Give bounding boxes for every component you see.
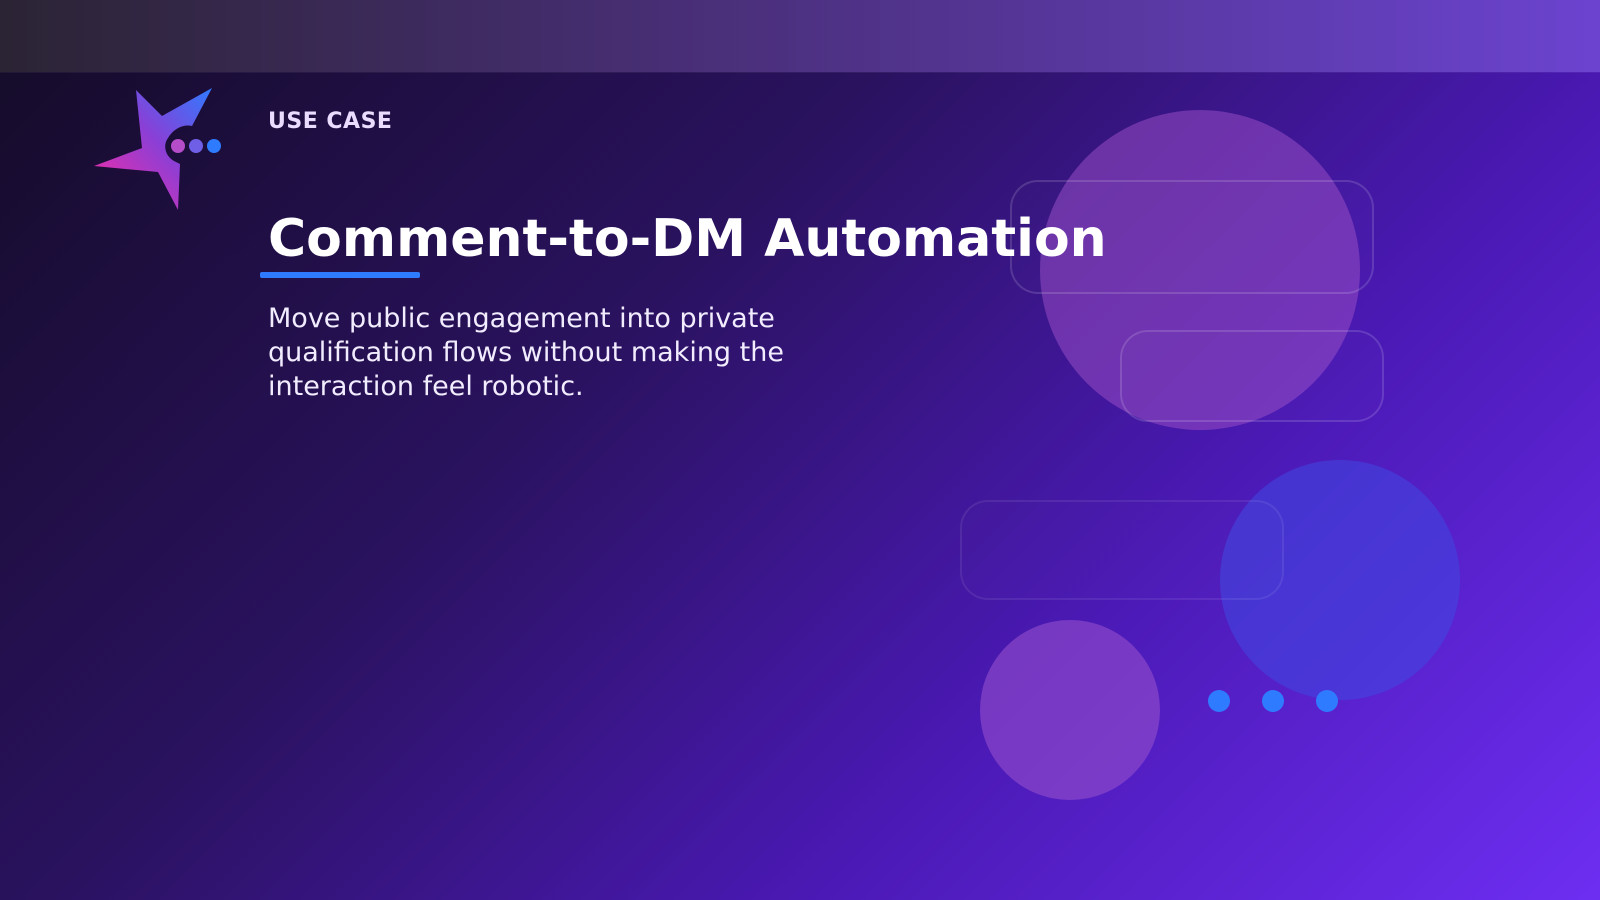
decorative-bubble-icon	[980, 620, 1160, 800]
page-title: Comment-to-DM Automation	[260, 208, 1107, 278]
content-block: USE CASE Comment-to-DM Automation Move p…	[260, 104, 1107, 404]
title-underline	[260, 272, 420, 278]
star-chat-logo-icon	[94, 88, 221, 210]
dot-icon	[1316, 690, 1338, 712]
dot-icon	[1208, 690, 1230, 712]
subtitle-text: Move public engagement into private qual…	[268, 303, 784, 402]
decorative-chat-pill-icon	[960, 500, 1284, 600]
decorative-chat-pill-icon	[1120, 330, 1384, 422]
title-text: Comment-to-DM Automation	[268, 209, 1107, 269]
typing-dots-icon	[1208, 690, 1338, 714]
top-bar	[0, 0, 1600, 72]
dot-icon	[1262, 690, 1284, 712]
eyebrow-label: USE CASE	[268, 109, 393, 134]
